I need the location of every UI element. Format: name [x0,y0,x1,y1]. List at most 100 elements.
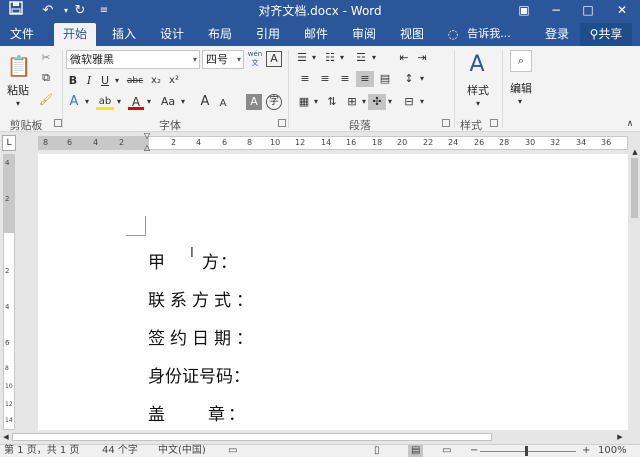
chevron-down-icon[interactable]: ▾ [418,94,426,110]
align-right-icon[interactable]: ≡ [336,71,354,87]
cut-icon[interactable]: ✂ [38,50,54,66]
styles-launcher-icon[interactable] [490,119,498,127]
borders-icon[interactable]: ⊞ [344,94,360,110]
superscript-icon[interactable]: x² [166,73,182,89]
tab-mailings[interactable]: 邮件 [296,23,336,46]
chevron-down-icon[interactable]: ▾ [360,94,368,110]
chevron-down-icon[interactable]: ▾ [178,94,188,110]
numbering-icon[interactable]: ☷ [322,50,338,66]
document-page[interactable] [38,154,628,430]
chinese-layout-icon[interactable]: ▦ [296,94,312,110]
sort-icon[interactable]: ⇅ [324,94,340,110]
enclose-characters-icon[interactable]: 字 [266,94,282,110]
horizontal-scroll-thumb[interactable] [12,433,492,441]
multilevel-list-icon[interactable]: ☲ [352,50,370,66]
chevron-down-icon[interactable]: ▾ [193,51,197,68]
format-painter-icon[interactable]: 🖌 [38,92,54,108]
line-spacing-icon[interactable]: ↕ [400,71,418,87]
minimize-button[interactable]: − [540,0,572,21]
scroll-up-icon[interactable]: ▲ [630,148,640,156]
show-marks-icon[interactable]: ✣ [368,94,386,110]
tab-design[interactable]: 设计 [152,23,192,46]
font-size-box[interactable]: 四号 ▾ [202,50,244,69]
chevron-down-icon[interactable]: ▾ [112,73,122,89]
doc-line[interactable]: 身份证号码： [148,362,250,387]
print-layout-icon[interactable]: ▤ [408,445,424,457]
tab-review[interactable]: 审阅 [344,23,384,46]
chevron-down-icon[interactable]: ▾ [386,94,394,110]
macro-record-icon[interactable]: ▭ [228,445,237,457]
chevron-down-icon[interactable]: ▾ [310,50,318,66]
scroll-left-icon[interactable]: ◀ [2,431,10,443]
decrease-indent-icon[interactable]: ⇤ [396,50,412,66]
tell-me-box[interactable]: 告诉我... [462,23,516,46]
vertical-scroll-thumb[interactable] [631,158,638,218]
scroll-right-icon[interactable]: ▶ [616,431,624,443]
change-case-icon[interactable]: Aa [158,94,178,110]
tab-file[interactable]: 文件 [4,23,40,46]
language-indicator[interactable]: 中文(中国) [158,445,206,457]
login-link[interactable]: 登录 [540,23,574,46]
underline-icon[interactable]: U [98,73,112,89]
chevron-down-icon[interactable]: ▾ [338,50,346,66]
search-icon[interactable]: ⌕ [510,50,532,72]
grow-font-icon[interactable]: A [198,94,212,110]
clipboard-launcher-icon[interactable] [54,119,62,127]
zoom-in-icon[interactable]: + [582,445,590,457]
horizontal-ruler[interactable]: 8 6 4 2 2 4 6 8 10 12 14 16 18 20 22 24 … [38,136,628,150]
align-center-icon[interactable]: ≡ [316,71,334,87]
zoom-slider[interactable] [480,451,576,452]
zoom-slider-thumb[interactable] [525,446,528,456]
font-color-icon[interactable]: A [128,94,144,110]
clipboard-icon[interactable]: 📋 [6,52,32,80]
character-border-icon[interactable]: A [266,51,282,67]
text-effects-icon[interactable]: A [66,94,82,110]
font-name-box[interactable]: 微软雅黑 ▾ [66,50,200,69]
web-layout-icon[interactable]: ▭ [442,445,451,457]
tab-insert[interactable]: 插入 [104,23,144,46]
bold-icon[interactable]: B [66,73,80,89]
chevron-down-icon[interactable]: ▾ [512,94,528,110]
subscript-icon[interactable]: x₂ [148,73,164,89]
word-count[interactable]: 44 个字 [102,445,138,457]
page-count[interactable]: 第 1 页，共 1 页 [4,445,79,457]
distributed-icon[interactable]: ▤ [376,71,394,87]
doc-line[interactable]: 联系方式： [148,286,258,311]
chevron-down-icon[interactable]: ▾ [237,51,241,68]
tab-references[interactable]: 引用 [248,23,288,46]
font-launcher-icon[interactable] [278,119,286,127]
chevron-down-icon[interactable]: ▾ [418,71,426,87]
paste-dropdown-icon[interactable]: ▾ [8,96,28,112]
doc-line[interactable]: 盖 章： [148,400,248,425]
chevron-down-icon[interactable]: ▾ [82,94,92,110]
justify-icon[interactable]: ≡ [356,71,374,87]
chevron-down-icon[interactable]: ▾ [114,94,124,110]
collapse-ribbon-icon[interactable]: ∧ [624,116,636,132]
restore-button[interactable]: □ [572,0,604,21]
zoom-level[interactable]: 100% [598,445,627,457]
copy-icon[interactable]: ⧉ [38,70,54,86]
bullets-icon[interactable]: ☰ [294,50,310,66]
character-shading-icon[interactable]: A [246,94,262,110]
tab-home[interactable]: 开始 [54,23,96,46]
shrink-font-icon[interactable]: A [216,96,230,112]
close-button[interactable]: ✕ [606,0,638,21]
tab-view[interactable]: 视图 [392,23,432,46]
styles-icon[interactable]: A [464,50,490,80]
zoom-out-icon[interactable]: − [470,445,478,457]
align-left-icon[interactable]: ≡ [296,71,314,87]
ribbon-display-icon[interactable]: ▣ [508,0,540,21]
chevron-down-icon[interactable]: ▾ [470,96,486,112]
strikethrough-icon[interactable]: abc [124,73,146,89]
chevron-down-icon[interactable]: ▾ [312,94,320,110]
read-mode-icon[interactable]: ▯ [374,445,380,457]
share-button[interactable]: ⚲共享 [580,23,632,46]
chevron-down-icon[interactable]: ▾ [370,50,378,66]
phonetic-guide-icon[interactable]: wén 文 [246,50,264,70]
tab-layout[interactable]: 布局 [200,23,240,46]
shading-icon[interactable]: ⊟ [400,94,418,110]
tab-selector-icon[interactable]: L [2,135,16,151]
vertical-ruler[interactable]: 4 2 2 4 6 8 10 12 14 [3,154,15,430]
highlight-icon[interactable]: ab [96,94,114,110]
increase-indent-icon[interactable]: ⇥ [414,50,430,66]
